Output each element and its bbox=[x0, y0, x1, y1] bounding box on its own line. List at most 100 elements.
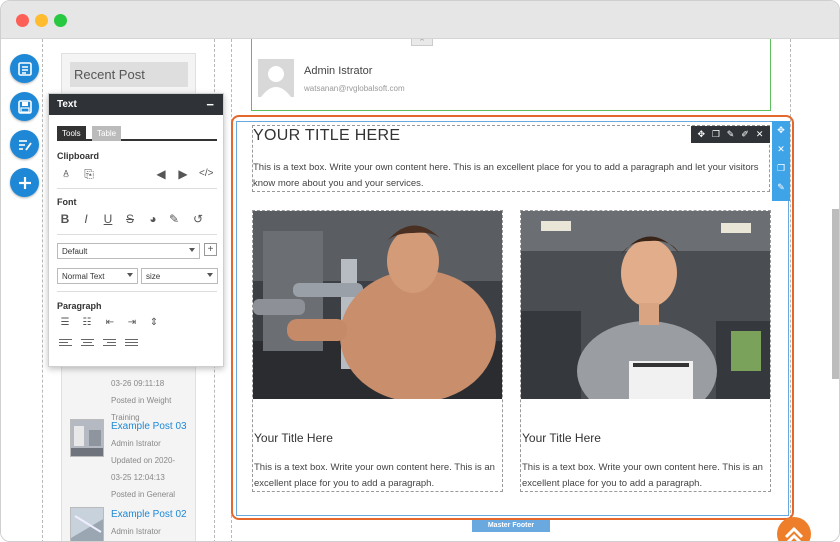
title-bar bbox=[1, 1, 839, 39]
align-justify-icon[interactable] bbox=[125, 339, 138, 349]
post-title-link[interactable]: Example Post 02 bbox=[111, 509, 187, 520]
line-height-icon[interactable]: ⇕ bbox=[147, 316, 161, 330]
post-author: Admin Istrator bbox=[111, 439, 161, 448]
edit-list-button[interactable] bbox=[10, 130, 39, 159]
minimize-panel-button[interactable]: − bbox=[206, 97, 214, 112]
chevron-down-icon bbox=[189, 248, 195, 252]
copy-icon[interactable]: ❐ bbox=[772, 159, 790, 178]
move-icon[interactable]: ✥ bbox=[696, 129, 706, 140]
page-scrollbar[interactable] bbox=[832, 209, 839, 379]
chevron-down-icon bbox=[127, 273, 133, 277]
copy-icon[interactable]: ❐ bbox=[711, 129, 721, 140]
strikethrough-icon[interactable]: S bbox=[123, 212, 137, 226]
font-label: Font bbox=[57, 197, 77, 207]
text-editor-panel: Text − Tools Table Clipboard A̲ ⎘ ◀ ▶ </… bbox=[48, 93, 224, 367]
edit-list-icon bbox=[18, 139, 32, 151]
close-window-button[interactable] bbox=[16, 14, 29, 27]
chevron-down-icon bbox=[207, 273, 213, 277]
panel-title: Text bbox=[57, 99, 77, 110]
card-image[interactable] bbox=[521, 211, 770, 399]
bold-icon[interactable]: B bbox=[58, 212, 72, 226]
card-text[interactable]: This is a text box. Write your own conte… bbox=[254, 460, 500, 492]
italic-icon[interactable]: I bbox=[79, 212, 93, 226]
card-text[interactable]: This is a text box. Write your own conte… bbox=[522, 460, 768, 492]
redo-icon[interactable]: ▶ bbox=[176, 167, 190, 181]
author-name: Admin Istrator bbox=[304, 65, 373, 77]
content-card[interactable]: Your Title Here This is a text box. Writ… bbox=[520, 210, 771, 492]
card-image[interactable] bbox=[253, 211, 502, 399]
post-thumbnail[interactable] bbox=[70, 507, 104, 541]
post-category: Posted in General bbox=[111, 490, 176, 499]
indent-icon[interactable]: ⇥ bbox=[125, 316, 139, 330]
app-window: ^ Recent Post 03-26 09:11:18 Posted in W… bbox=[0, 0, 840, 542]
clear-format-icon[interactable]: ↺ bbox=[191, 212, 205, 226]
close-icon[interactable]: ✕ bbox=[772, 140, 790, 159]
save-button[interactable] bbox=[10, 92, 39, 121]
page-layout-icon bbox=[17, 61, 32, 76]
post-updated: Updated on 2020- bbox=[111, 456, 176, 465]
scroll-top-button[interactable] bbox=[777, 517, 811, 541]
editor-canvas: ^ Recent Post 03-26 09:11:18 Posted in W… bbox=[1, 39, 839, 541]
post-thumbnail[interactable] bbox=[70, 419, 104, 457]
font-family-value: Default bbox=[62, 247, 88, 256]
align-right-icon[interactable] bbox=[103, 339, 116, 349]
clipboard-label: Clipboard bbox=[57, 151, 99, 161]
chevron-up-icon bbox=[784, 526, 804, 541]
undo-icon[interactable]: ◀ bbox=[154, 167, 168, 181]
edit-icon[interactable]: ✎ bbox=[725, 129, 735, 140]
outdent-icon[interactable]: ⇤ bbox=[103, 316, 117, 330]
author-email: watsanan@rvglobalsoft.com bbox=[304, 84, 405, 93]
font-size-placeholder: size bbox=[146, 272, 161, 281]
content-card[interactable]: Your Title Here This is a text box. Writ… bbox=[252, 210, 503, 492]
align-left-icon[interactable] bbox=[59, 339, 72, 349]
paragraph-label: Paragraph bbox=[57, 301, 102, 311]
text-color-icon[interactable]: ◕ bbox=[146, 212, 160, 226]
section-side-toolbar: ✥ ✕ ❐ ✎ bbox=[772, 121, 790, 201]
panel-header[interactable]: Text − bbox=[49, 94, 223, 115]
tab-table[interactable]: Table bbox=[92, 126, 122, 141]
zoom-window-button[interactable] bbox=[54, 14, 67, 27]
text-style-select[interactable]: Normal Text bbox=[57, 268, 138, 284]
post-updated: 03-25 12:04:13 bbox=[111, 473, 165, 482]
font-size-select[interactable]: size bbox=[141, 268, 218, 284]
code-icon[interactable]: </> bbox=[199, 167, 213, 181]
post-category: Posted in Weight bbox=[111, 396, 172, 405]
ordered-list-icon[interactable]: ☰ bbox=[58, 316, 72, 330]
section-text[interactable]: This is a text box. Write your own conte… bbox=[253, 160, 765, 192]
post-date: 03-26 09:11:18 bbox=[111, 379, 165, 388]
avatar bbox=[258, 59, 294, 97]
font-family-select[interactable]: Default bbox=[57, 243, 200, 259]
author-box: Admin Istrator watsanan@rvglobalsoft.com bbox=[251, 39, 771, 111]
underline-icon[interactable]: U bbox=[101, 212, 115, 226]
highlight-icon[interactable]: ✎ bbox=[167, 212, 181, 226]
divider bbox=[57, 188, 217, 189]
save-icon bbox=[17, 99, 32, 114]
add-element-button[interactable] bbox=[10, 168, 39, 197]
unordered-list-icon[interactable]: ☷ bbox=[80, 316, 94, 330]
tab-tools[interactable]: Tools bbox=[57, 126, 86, 141]
format-painter-icon[interactable]: A̲ bbox=[59, 167, 73, 181]
post-title-link[interactable]: Example Post 03 bbox=[111, 421, 187, 432]
add-icon bbox=[18, 176, 31, 189]
block-edit-toolbar: ✥ ❐ ✎ ✐ ✕ bbox=[691, 126, 770, 143]
text-style-value: Normal Text bbox=[62, 272, 105, 281]
add-font-button[interactable]: + bbox=[204, 243, 217, 256]
minimize-window-button[interactable] bbox=[35, 14, 48, 27]
panel-tabs: Tools Table bbox=[57, 124, 217, 141]
edit-icon[interactable]: ✎ bbox=[772, 178, 790, 197]
close-icon[interactable]: ✕ bbox=[755, 129, 765, 140]
recent-post-heading: Recent Post bbox=[70, 62, 188, 87]
divider bbox=[57, 291, 217, 292]
align-center-icon[interactable] bbox=[81, 339, 94, 349]
paste-icon[interactable]: ⎘ bbox=[82, 167, 96, 181]
page-layout-button[interactable] bbox=[10, 54, 39, 83]
move-icon[interactable]: ✥ bbox=[772, 121, 790, 140]
guide-line bbox=[42, 39, 43, 541]
style-icon[interactable]: ✐ bbox=[740, 129, 750, 140]
divider bbox=[57, 234, 217, 235]
section-title[interactable]: YOUR TITLE HERE bbox=[253, 127, 400, 145]
card-title[interactable]: Your Title Here bbox=[522, 431, 601, 445]
post-author: Admin Istrator bbox=[111, 527, 161, 536]
card-title[interactable]: Your Title Here bbox=[254, 431, 333, 445]
master-footer-tab[interactable]: Master Footer bbox=[472, 520, 550, 532]
